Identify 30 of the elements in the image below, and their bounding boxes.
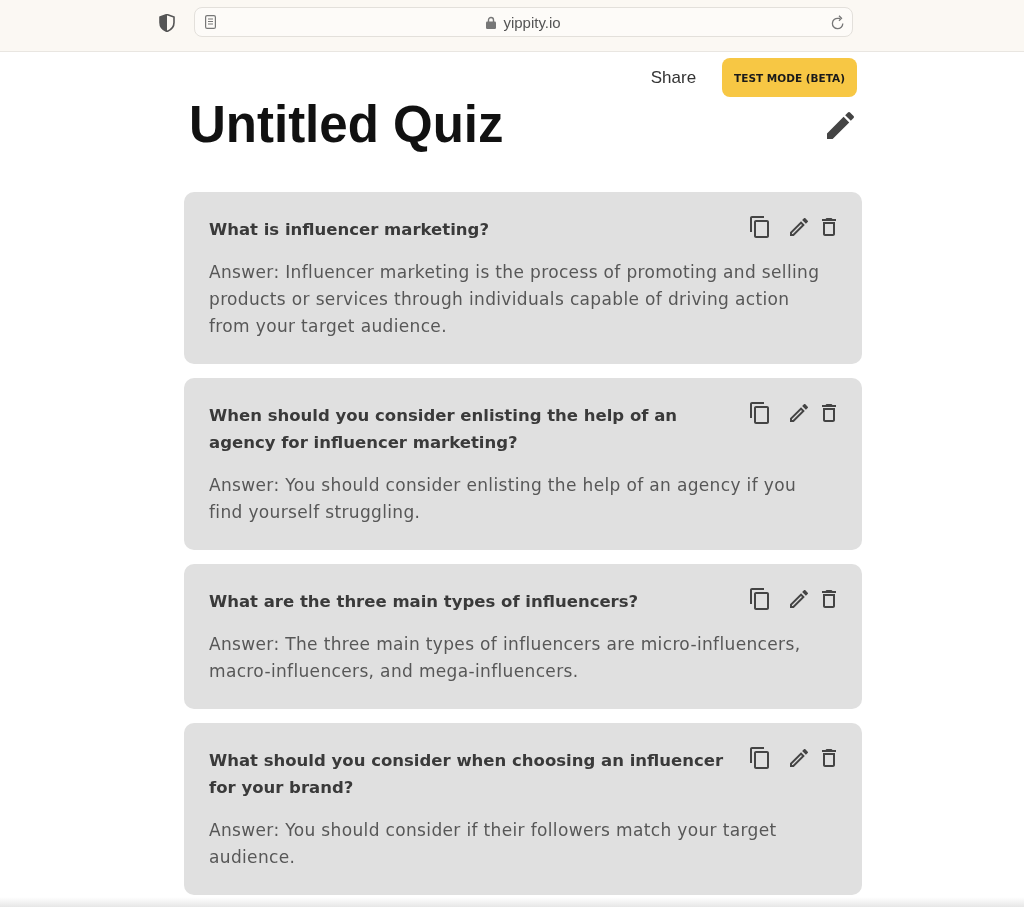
answer-text: Answer: Influencer marketing is the process of promoting and selling products or services through individuals capable of driving action from your target audience. (209, 261, 821, 338)
copy-icon[interactable] (750, 402, 769, 424)
page-icon[interactable] (205, 15, 216, 29)
question-text: What is influencer marketing? (209, 219, 490, 241)
copy-icon[interactable] (750, 747, 769, 769)
shield-icon[interactable] (159, 13, 175, 32)
quiz-title: Untitled Quiz (189, 96, 504, 154)
delete-icon[interactable] (822, 749, 836, 767)
edit-icon[interactable] (790, 590, 808, 608)
url-text: yippity.io (503, 13, 561, 31)
edit-icon[interactable] (827, 111, 854, 139)
reload-icon[interactable] (831, 14, 845, 30)
copy-icon[interactable] (750, 588, 769, 610)
edit-icon[interactable] (790, 218, 808, 236)
delete-icon[interactable] (822, 590, 836, 608)
copy-icon[interactable] (750, 216, 769, 238)
share-link[interactable]: Share (650, 67, 697, 88)
delete-icon[interactable] (822, 218, 836, 236)
edit-icon[interactable] (790, 749, 808, 767)
question-text: When should you consider enlisting the help of an agency for influencer marketing? (209, 405, 679, 454)
answer-text: Answer: The three main types of influencers are micro-influencers, macro-influencers, and mega-influencers. (209, 633, 802, 683)
question-text: What should you consider when choosing an influencer for your brand? (209, 750, 725, 799)
edit-icon[interactable] (790, 404, 808, 422)
answer-text: Answer: You should consider enlisting the help of an agency if you find yourself struggling. (209, 474, 798, 524)
lock-icon (486, 15, 497, 29)
question-text: What are the three main types of influencers? (209, 591, 640, 613)
test-mode-button[interactable]: TEST MODE (BETA) (722, 58, 857, 97)
delete-icon[interactable] (822, 404, 836, 422)
address-bar[interactable]: yippity.io (194, 7, 853, 37)
answer-text: Answer: You should consider if their followers match your target audience. (209, 819, 778, 869)
